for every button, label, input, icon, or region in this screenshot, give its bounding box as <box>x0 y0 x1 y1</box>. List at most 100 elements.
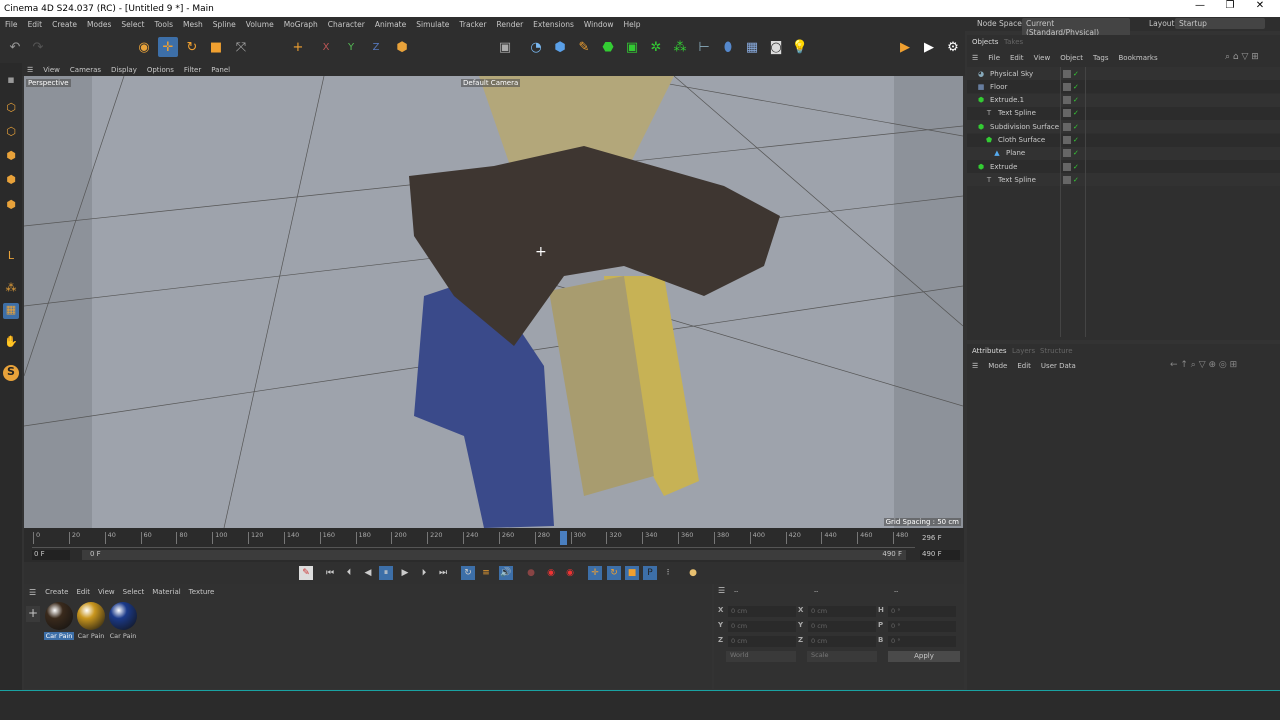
z-axis-icon[interactable]: Z <box>366 37 386 57</box>
object-menu-edit[interactable]: Edit <box>1005 54 1029 62</box>
record-active-icon[interactable]: ◉ <box>563 566 577 580</box>
layer-checkbox[interactable] <box>1063 96 1071 105</box>
viewport-3d[interactable]: + Perspective Default Camera Grid Spacin… <box>24 76 963 528</box>
x-axis-icon[interactable]: X <box>316 37 336 57</box>
viewport-menu-view[interactable]: View <box>38 66 65 74</box>
layer-checkbox[interactable] <box>1063 149 1071 158</box>
render-region-icon[interactable]: ▣ <box>495 37 515 57</box>
object-row[interactable]: ⬢ Extrude.1 ✓ <box>967 93 1280 107</box>
coordinate-field[interactable]: 0 cm <box>728 621 796 632</box>
material-menu-texture[interactable]: Texture <box>185 588 219 596</box>
prev-key-icon[interactable]: ⏴ <box>342 566 356 580</box>
coordinate-field[interactable]: 0 ° <box>888 606 956 617</box>
render-settings-icon[interactable]: ⚙ <box>943 37 963 57</box>
key-rotation-icon[interactable]: ↻ <box>607 566 621 580</box>
object-menu-bookmarks[interactable]: Bookmarks <box>1114 54 1163 62</box>
material-menu-view[interactable]: View <box>94 588 119 596</box>
object-row[interactable]: ▦ Floor ✓ <box>967 80 1280 94</box>
visibility-check-icon[interactable]: ✓ <box>1073 149 1079 157</box>
visibility-check-icon[interactable]: ✓ <box>1073 96 1079 104</box>
scale-tool-icon[interactable]: ■ <box>206 37 226 57</box>
object-row[interactable]: ◕ Physical Sky ✓ <box>967 67 1280 80</box>
menu-extensions[interactable]: Extensions <box>528 20 579 29</box>
select-tool-icon[interactable]: ◉ <box>134 37 154 57</box>
tab-attributes[interactable]: Attributes <box>972 347 1007 355</box>
coordinate-system-icon[interactable]: ⬢ <box>392 37 412 57</box>
layer-checkbox[interactable] <box>1063 109 1071 118</box>
menu-render[interactable]: Render <box>491 20 528 29</box>
material-menu-create[interactable]: Create <box>41 588 72 596</box>
light-icon[interactable]: 💡 <box>790 37 810 57</box>
menu-mograph[interactable]: MoGraph <box>279 20 323 29</box>
pause-icon[interactable]: ⏸ <box>379 566 393 580</box>
add-icon[interactable]: + <box>288 37 308 57</box>
tab-layers[interactable]: Layers <box>1012 347 1035 355</box>
rotate-tool-icon[interactable]: ↻ <box>182 37 202 57</box>
material-item[interactable]: Car Pain <box>108 602 138 640</box>
menu-icon[interactable]: ☰ <box>22 66 38 74</box>
visibility-check-icon[interactable]: ✓ <box>1073 70 1079 78</box>
transform-tool-icon[interactable]: ⤧ <box>231 37 251 57</box>
sound-icon[interactable]: 🔊 <box>499 566 513 580</box>
playhead[interactable] <box>560 531 568 545</box>
layer-checkbox[interactable] <box>1063 162 1071 171</box>
coordinate-field[interactable]: 0 cm <box>808 606 876 617</box>
axis-icon[interactable]: L <box>3 249 19 265</box>
attribute-menu-mode[interactable]: Mode <box>983 362 1012 370</box>
coordinate-field[interactable]: 0 ° <box>888 636 956 647</box>
loop-icon[interactable]: ↻ <box>461 566 475 580</box>
pen-icon[interactable]: ✎ <box>574 37 594 57</box>
attribute-menu-user-data[interactable]: User Data <box>1036 362 1081 370</box>
menu-spline[interactable]: Spline <box>208 20 241 29</box>
next-key-icon[interactable]: ⏵ <box>417 566 431 580</box>
viewport-solo-icon[interactable]: ▪ <box>3 73 19 89</box>
floor-icon[interactable]: ▦ <box>742 37 762 57</box>
menu-character[interactable]: Character <box>323 20 370 29</box>
uv-mode-icon[interactable]: ⬢ <box>3 173 19 189</box>
key-pla-icon[interactable]: ⁝ <box>661 566 675 580</box>
restore-button[interactable]: ❐ <box>1215 0 1245 11</box>
menu-simulate[interactable]: Simulate <box>411 20 454 29</box>
material-item[interactable]: Car Pain <box>76 602 106 640</box>
coordinate-field[interactable]: 0 ° <box>888 621 956 632</box>
object-menu-tags[interactable]: Tags <box>1088 54 1114 62</box>
apply-button[interactable]: Apply <box>888 651 960 662</box>
menu-help[interactable]: Help <box>618 20 645 29</box>
timeline[interactable]: 0 20 40 60 80 100 120 140 160 180 200 220 240 260 280 3… <box>24 528 964 562</box>
add-material-icon[interactable]: + <box>26 606 40 622</box>
current-frame-field[interactable]: 296 F <box>922 534 942 542</box>
visibility-check-icon[interactable]: ✓ <box>1073 163 1079 171</box>
generator-icon[interactable]: ⬣ <box>598 37 618 57</box>
material-menu-edit[interactable]: Edit <box>72 588 94 596</box>
menu-animate[interactable]: Animate <box>370 20 411 29</box>
object-menu-view[interactable]: View <box>1029 54 1056 62</box>
object-row[interactable]: ⬟ Cloth Surface ✓ <box>967 133 1280 147</box>
minimize-button[interactable]: — <box>1185 0 1215 11</box>
mograph-icon[interactable]: ⁂ <box>670 37 690 57</box>
undo-icon[interactable]: ↶ <box>5 37 25 57</box>
coordinate-field[interactable]: 0 cm <box>728 606 796 617</box>
layer-checkbox[interactable] <box>1063 175 1071 184</box>
menu-edit[interactable]: Edit <box>23 20 48 29</box>
object-row[interactable]: ⬢ Subdivision Surface ✓ <box>967 120 1280 134</box>
layer-checkbox[interactable] <box>1063 122 1071 131</box>
search-icon[interactable]: ⌕ ⌂ ▽ ⊞ <box>1225 52 1259 62</box>
start-frame-field[interactable]: 0 F <box>32 550 70 560</box>
menu-mesh[interactable]: Mesh <box>178 20 208 29</box>
coordinate-field[interactable]: 0 cm <box>808 621 876 632</box>
menu-tools[interactable]: Tools <box>150 20 178 29</box>
viewport-menu-display[interactable]: Display <box>106 66 142 74</box>
sculpt-icon[interactable]: S <box>3 365 19 381</box>
menu-icon[interactable]: ☰ <box>24 588 41 597</box>
attribute-menu-edit[interactable]: Edit <box>1012 362 1036 370</box>
tab-takes[interactable]: Takes <box>1004 38 1023 46</box>
object-row[interactable]: ⬢ Extrude ✓ <box>967 160 1280 174</box>
y-axis-icon[interactable]: Y <box>341 37 361 57</box>
scale-select[interactable]: Scale <box>807 651 877 662</box>
prev-frame-icon[interactable]: ◀ <box>361 566 375 580</box>
world-select[interactable]: World <box>726 651 796 662</box>
viewport-menu-panel[interactable]: Panel <box>206 66 235 74</box>
cube-icon[interactable]: ⬢ <box>550 37 570 57</box>
keyframe-icon[interactable]: ✎ <box>299 566 313 580</box>
model-mode-icon[interactable]: ⬢ <box>3 198 19 214</box>
